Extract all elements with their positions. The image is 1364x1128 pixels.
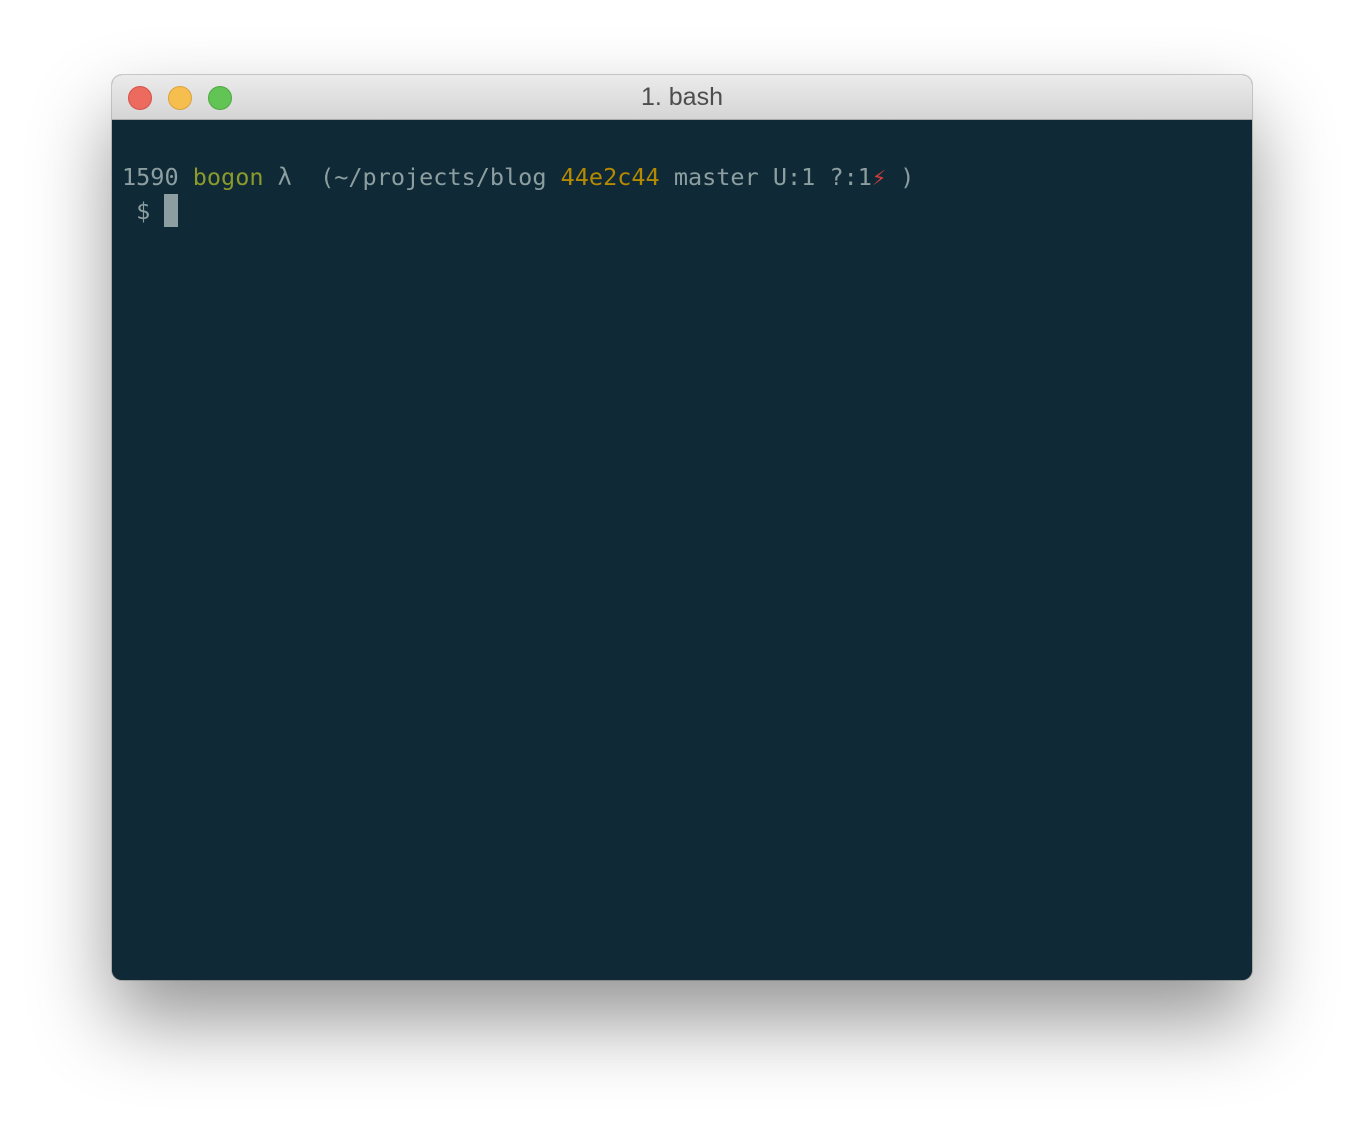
dirty-bolt-icon: ⚡ [871,163,887,191]
window-title: 1. bash [640,83,723,111]
commit-hash: 44e2c44 [560,163,660,191]
hostname: bogon [192,163,264,191]
prompt-symbol: $ [136,197,151,225]
git-branch: master [673,163,759,191]
prompt-line: 1590 bogon λ (~/projects/blog 44e2c44 ma… [122,160,914,194]
current-path: (~/projects/blog [320,163,547,191]
untracked-count: ?:1 [829,163,872,191]
unstaged-count: U:1 [772,163,816,191]
terminal-content[interactable]: 1590 bogon λ (~/projects/blog 44e2c44 ma… [112,120,1252,980]
lambda-symbol: λ [277,163,292,191]
input-line[interactable]: $ [122,193,179,228]
title-bar[interactable]: 1. bash [112,75,1252,120]
history-number: 1590 [122,163,179,191]
terminal-window: 1. bash 1590 bogon λ (~/projects/blog 44… [112,75,1252,980]
text-cursor [164,193,179,227]
close-paren: ) [900,163,915,191]
